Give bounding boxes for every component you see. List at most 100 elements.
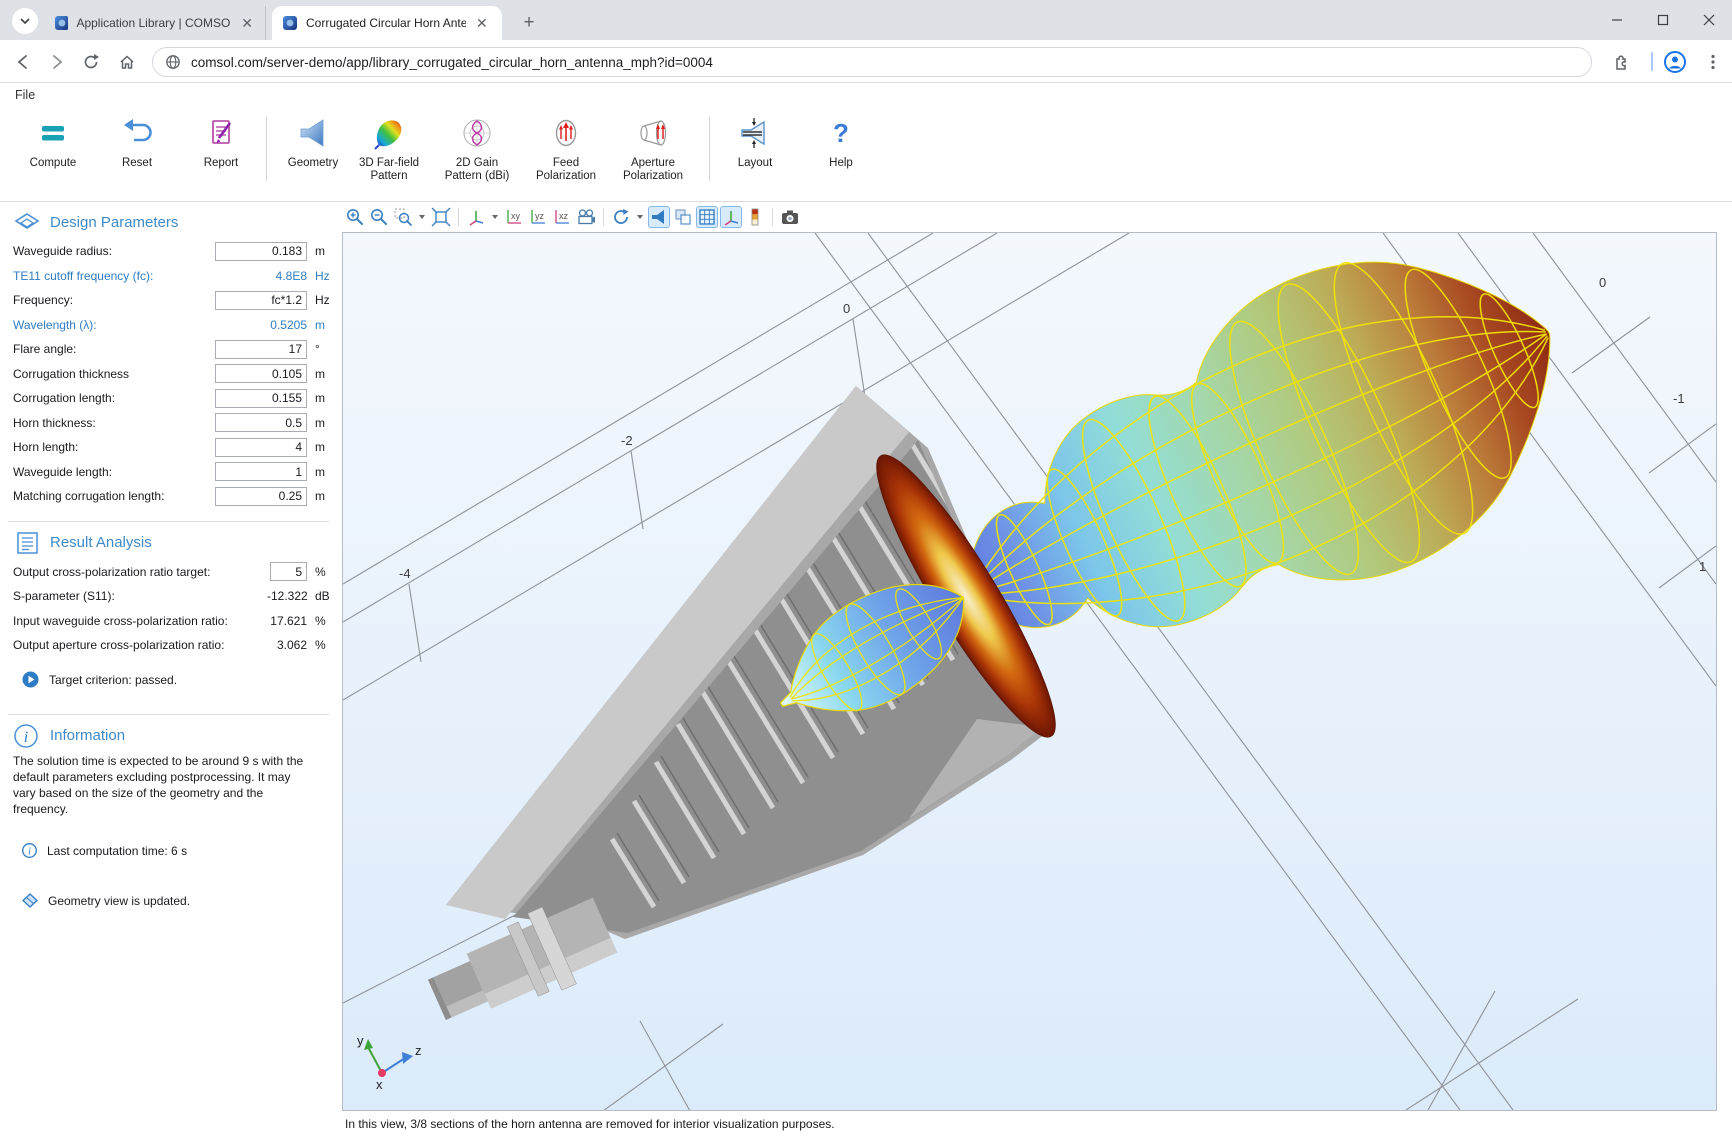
reload-button[interactable] bbox=[78, 49, 104, 75]
tab-search-button[interactable] bbox=[12, 8, 38, 34]
transparency-icon bbox=[673, 207, 693, 227]
geometry-button[interactable]: Geometry bbox=[279, 113, 347, 170]
browser-tab-horn-antenna[interactable]: Corrugated Circular Horn Anten ✕ bbox=[272, 6, 502, 40]
avatar-icon bbox=[1663, 50, 1687, 74]
horn-thickness-input[interactable] bbox=[215, 413, 307, 432]
axis-label: -2 bbox=[621, 433, 633, 448]
zoom-in-button[interactable] bbox=[344, 206, 366, 228]
transparency-toggle[interactable] bbox=[672, 206, 694, 228]
corrugation-thickness-input[interactable] bbox=[215, 364, 307, 383]
svg-text:xz: xz bbox=[559, 211, 569, 221]
projection-camera-icon bbox=[576, 207, 596, 227]
far-field-pattern-button[interactable]: 3D Far-fieldPattern bbox=[347, 113, 431, 183]
matching-corrugation-length-input[interactable] bbox=[215, 487, 307, 506]
zoom-out-icon bbox=[369, 207, 389, 227]
geometry-diamond-icon bbox=[22, 893, 38, 908]
back-button[interactable] bbox=[10, 49, 36, 75]
profile-avatar[interactable] bbox=[1662, 49, 1688, 75]
comsol-favicon bbox=[282, 15, 298, 31]
forward-icon bbox=[47, 52, 67, 72]
browser-menu-button[interactable] bbox=[1700, 49, 1726, 75]
compute-button[interactable]: Compute bbox=[18, 113, 88, 170]
window-maximize-button[interactable] bbox=[1640, 0, 1686, 40]
reset-undo-icon bbox=[120, 116, 154, 150]
view-caption: In this view, 3/8 sections of the horn a… bbox=[345, 1117, 835, 1131]
last-computation-status: i Last computation time: 6 s bbox=[0, 839, 337, 863]
svg-text:?: ? bbox=[833, 118, 849, 148]
feed-polarization-button[interactable]: FeedPolarization bbox=[523, 113, 609, 183]
yz-view-button[interactable]: yz bbox=[527, 206, 549, 228]
screenshot-button[interactable] bbox=[779, 206, 801, 228]
url-bar[interactable]: comsol.com/server-demo/app/library_corru… bbox=[152, 47, 1592, 77]
home-button[interactable] bbox=[114, 49, 140, 75]
param-row: Corrugation thicknessm bbox=[0, 362, 337, 387]
axis-label: 1 bbox=[1699, 559, 1706, 574]
view-dropdown[interactable] bbox=[489, 206, 501, 228]
new-tab-button[interactable]: + bbox=[516, 10, 542, 36]
home-icon bbox=[117, 52, 137, 72]
color-legend-toggle[interactable] bbox=[744, 206, 766, 228]
waveguide-length-input[interactable] bbox=[215, 462, 307, 481]
tab-close-icon[interactable]: ✕ bbox=[239, 15, 255, 32]
forward-button[interactable] bbox=[44, 49, 70, 75]
minimize-icon bbox=[1611, 14, 1623, 26]
xz-view-button[interactable]: xz bbox=[551, 206, 573, 228]
color-legend-icon bbox=[745, 207, 765, 227]
default-view-axis-icon bbox=[466, 207, 486, 227]
three-dot-menu-icon bbox=[1704, 53, 1722, 71]
x-axis-dot bbox=[378, 1069, 386, 1077]
app-ribbon: Compute Reset Report Geometry 3D Far-fie… bbox=[0, 107, 1732, 200]
window-minimize-button[interactable] bbox=[1594, 0, 1640, 40]
cross-polarization-target-input[interactable] bbox=[270, 562, 307, 581]
browser-tab-application-library[interactable]: Application Library | COMSOL S ✕ bbox=[44, 6, 266, 40]
show-axes-toggle[interactable] bbox=[720, 206, 742, 228]
param-row: Horn thickness:m bbox=[0, 411, 337, 436]
zoom-in-icon bbox=[345, 207, 365, 227]
window-close-button[interactable] bbox=[1686, 0, 1732, 40]
y-axis-label: y bbox=[357, 1033, 364, 1048]
axis-label: 0 bbox=[1599, 275, 1606, 290]
horn-length-input[interactable] bbox=[215, 438, 307, 457]
camera-icon bbox=[780, 207, 800, 227]
comsol-favicon bbox=[54, 15, 68, 31]
rotate-dropdown[interactable] bbox=[634, 206, 646, 228]
param-row: Horn length:m bbox=[0, 435, 337, 460]
zoom-extents-button[interactable] bbox=[430, 206, 452, 228]
grid-icon bbox=[697, 207, 717, 227]
graphics-toolbar: xy yz xz bbox=[344, 203, 801, 231]
rotate-button[interactable] bbox=[610, 206, 632, 228]
extensions-button[interactable] bbox=[1608, 49, 1634, 75]
gain-pattern-button[interactable]: 2D GainPattern (dBi) bbox=[431, 113, 523, 183]
param-row: Matching corrugation length:m bbox=[0, 484, 337, 509]
flare-angle-input[interactable] bbox=[215, 340, 307, 359]
chevron-down-icon bbox=[636, 207, 644, 227]
corrugation-length-input[interactable] bbox=[215, 389, 307, 408]
waveguide-radius-input[interactable] bbox=[215, 242, 307, 261]
2d-gain-pattern-icon bbox=[460, 116, 494, 150]
help-icon: ? bbox=[824, 116, 858, 150]
chevron-down-icon bbox=[418, 207, 426, 227]
section-divider bbox=[8, 521, 329, 522]
toolbar-separator bbox=[458, 208, 459, 226]
zoom-box-dropdown[interactable] bbox=[416, 206, 428, 228]
report-button[interactable]: Report bbox=[188, 113, 254, 170]
graphics-3d-view[interactable]: 0 -2 -4 0 -1 1 bbox=[342, 232, 1717, 1111]
back-icon bbox=[13, 52, 33, 72]
tab-close-icon[interactable]: ✕ bbox=[474, 15, 490, 32]
file-menu[interactable]: File bbox=[15, 84, 35, 106]
scene-light-toggle[interactable] bbox=[648, 206, 670, 228]
help-button[interactable]: ? Help bbox=[808, 113, 874, 170]
xy-view-button[interactable]: xy bbox=[503, 206, 525, 228]
aperture-polarization-button[interactable]: AperturePolarization bbox=[609, 113, 697, 183]
zoom-box-button[interactable] bbox=[392, 206, 414, 228]
default-3d-view-button[interactable] bbox=[465, 206, 487, 228]
zoom-out-button[interactable] bbox=[368, 206, 390, 228]
projection-button[interactable] bbox=[575, 206, 597, 228]
frequency-input[interactable] bbox=[215, 291, 307, 310]
svg-text:i: i bbox=[24, 729, 28, 746]
grid-toggle[interactable] bbox=[696, 206, 718, 228]
layout-button[interactable]: Layout bbox=[722, 113, 788, 170]
geometry-updated-status: Geometry view is updated. bbox=[0, 889, 337, 913]
reset-button[interactable]: Reset bbox=[104, 113, 170, 170]
extension-pin-divider bbox=[1651, 52, 1653, 71]
